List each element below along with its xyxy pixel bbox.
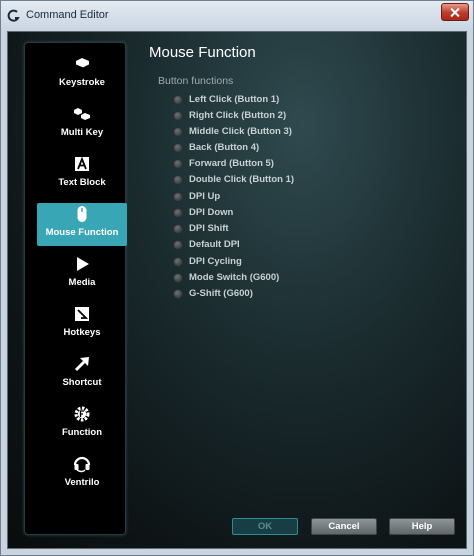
page-title: Mouse Function — [149, 44, 256, 61]
radio-button[interactable] — [173, 289, 183, 299]
sidebar-item-hotkeys[interactable]: Hotkeys — [37, 303, 127, 346]
option-label: Default DPI — [189, 239, 240, 250]
option-label: DPI Shift — [189, 223, 229, 234]
editor-body: Keystroke Multi Key Text Block Mouse Fun… — [7, 31, 467, 549]
radio-button[interactable] — [173, 273, 183, 283]
play-icon — [77, 257, 89, 271]
sidebar-item-ventrilo[interactable]: Ventrilo — [37, 453, 127, 496]
sidebar-item-function[interactable]: Function — [37, 403, 127, 446]
ok-button[interactable]: OK — [232, 518, 298, 535]
sidebar-item-label: Hotkeys — [63, 327, 101, 338]
radio-button[interactable] — [173, 224, 183, 234]
window-title: Command Editor — [26, 9, 109, 21]
sidebar-item-label: Multi Key — [60, 127, 104, 138]
help-button[interactable]: Help — [389, 518, 455, 535]
radio-button[interactable] — [173, 111, 183, 121]
option-label: Middle Click (Button 3) — [189, 126, 292, 137]
text-block-icon — [75, 156, 89, 171]
multi-key-icon — [74, 108, 90, 120]
option-label: Right Click (Button 2) — [189, 110, 287, 121]
mouse-icon — [77, 206, 87, 222]
radio-button[interactable] — [173, 175, 183, 185]
sidebar-item-label: Mouse Function — [45, 227, 119, 238]
option-label: Left Click (Button 1) — [189, 94, 280, 105]
button-functions-label: Button functions — [158, 75, 234, 87]
sidebar-item-keystroke[interactable]: Keystroke — [37, 53, 127, 96]
hotkeys-icon — [75, 307, 89, 321]
title-bar[interactable]: Command Editor — [1, 1, 473, 31]
option-label: Back (Button 4) — [189, 142, 260, 153]
radio-button[interactable] — [173, 240, 183, 250]
sidebar-item-label: Shortcut — [62, 377, 102, 388]
sidebar-item-multi-key[interactable]: Multi Key — [37, 103, 127, 146]
radio-button[interactable] — [173, 257, 183, 267]
sidebar-item-label: Text Block — [58, 177, 106, 188]
radio-button[interactable] — [173, 208, 183, 218]
radio-button[interactable] — [173, 143, 183, 153]
keystroke-icon — [75, 58, 90, 69]
sidebar-item-shortcut[interactable]: Shortcut — [37, 353, 127, 396]
sidebar-item-label: Ventrilo — [64, 477, 100, 488]
logitech-logo-icon — [7, 9, 20, 22]
sidebar-item-label: Media — [68, 277, 96, 288]
radio-button[interactable] — [173, 95, 183, 105]
option-label: DPI Up — [189, 191, 221, 202]
command-type-sidebar: Keystroke Multi Key Text Block Mouse Fun… — [24, 42, 127, 535]
radio-button[interactable] — [173, 159, 183, 169]
close-button[interactable] — [441, 3, 469, 21]
sidebar-item-text-block[interactable]: Text Block — [37, 153, 127, 196]
cancel-button[interactable]: Cancel — [311, 518, 377, 535]
shortcut-arrow-icon — [74, 357, 89, 372]
option-label: Forward (Button 5) — [189, 158, 274, 169]
command-editor-window: Command Editor Keystroke Multi Key Text … — [0, 0, 474, 556]
function-gear-icon — [74, 406, 90, 422]
sidebar-item-label: Keystroke — [59, 77, 105, 88]
option-label: Mode Switch (G600) — [189, 272, 280, 283]
sidebar-item-mouse-function[interactable]: Mouse Function — [37, 203, 127, 246]
ventrilo-headset-icon — [73, 456, 91, 473]
sidebar-item-label: Function — [61, 427, 103, 438]
option-label: DPI Down — [189, 207, 234, 218]
option-label: DPI Cycling — [189, 256, 242, 267]
sidebar-item-media[interactable]: Media — [37, 253, 127, 296]
radio-button[interactable] — [173, 127, 183, 137]
option-label: Double Click (Button 1) — [189, 174, 295, 185]
option-label: G-Shift (G600) — [189, 288, 253, 299]
radio-button[interactable] — [173, 192, 183, 202]
